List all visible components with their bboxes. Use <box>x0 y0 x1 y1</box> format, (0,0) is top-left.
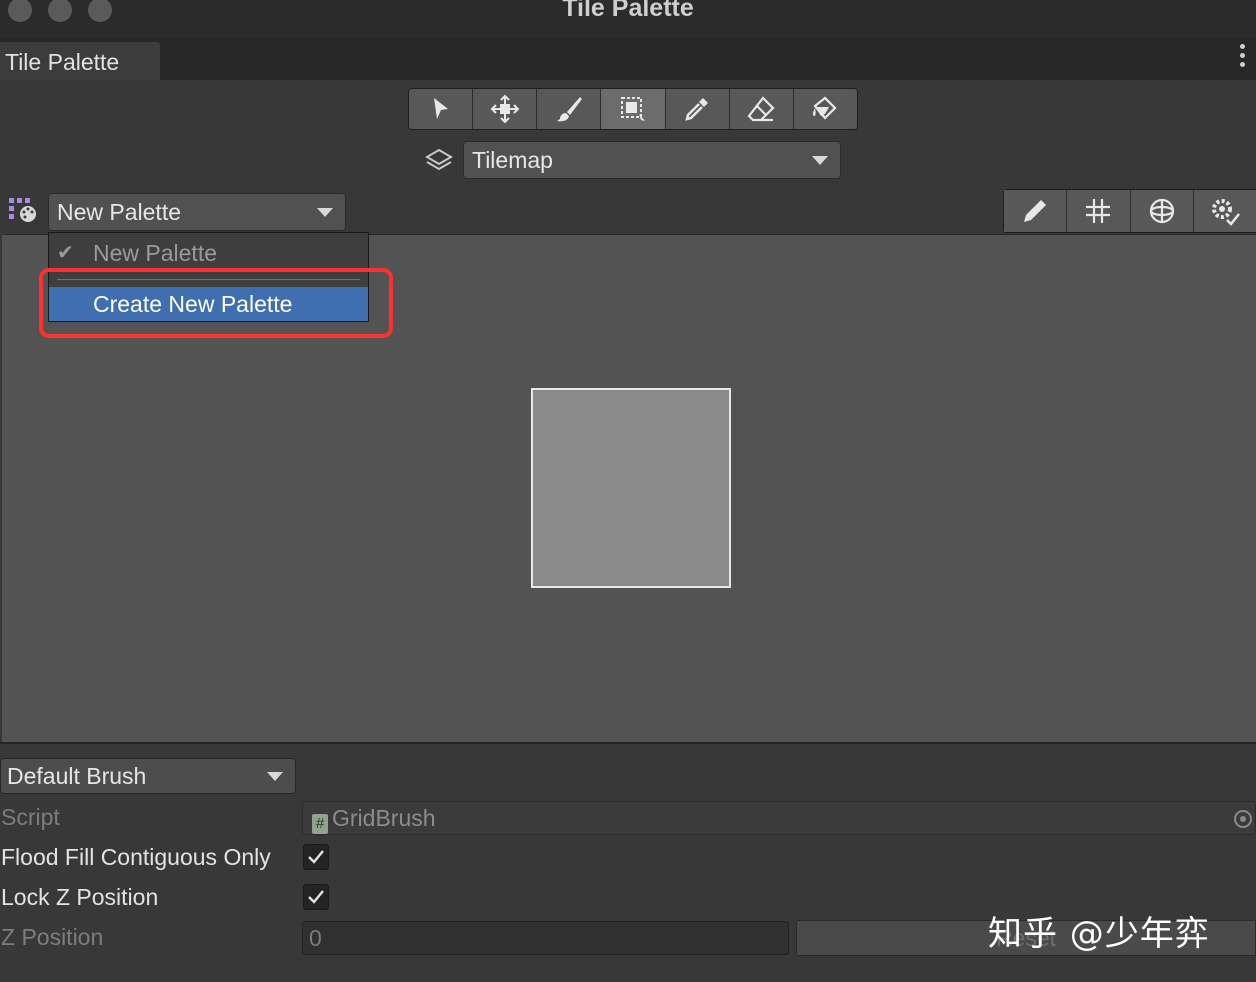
highlight-annotation-box <box>39 268 393 338</box>
checkmark-icon <box>308 890 324 904</box>
checkmark-icon: ✔ <box>57 242 74 264</box>
script-label: Script <box>1 804 60 830</box>
paint-bucket-icon <box>813 96 837 120</box>
tab-tile-palette[interactable]: Tile Palette <box>0 42 160 80</box>
lock-z-checkbox[interactable] <box>303 884 329 910</box>
palette-edit-tools <box>1003 189 1256 233</box>
menu-item-new-palette: ✔ New Palette <box>49 236 368 270</box>
active-tilemap-value: Tilemap <box>472 147 553 173</box>
palette-tile-cell[interactable] <box>531 388 731 588</box>
tab-bar: Tile Palette <box>0 38 1256 80</box>
palette-icon <box>9 198 36 222</box>
z-position-field[interactable]: 0 <box>302 921 789 955</box>
palette-dropdown[interactable]: New Palette <box>48 193 346 231</box>
eyedropper-icon <box>685 98 709 121</box>
palette-dropdown-value: New Palette <box>57 199 182 225</box>
paint-tool-button[interactable] <box>537 89 602 129</box>
object-picker-icon[interactable] <box>1233 809 1253 829</box>
move-tool-button[interactable] <box>473 89 538 129</box>
active-tilemap-dropdown[interactable]: Tilemap <box>463 141 841 179</box>
gizmo-icon <box>1149 198 1174 224</box>
move-arrows-icon <box>490 94 520 124</box>
pick-tool-button[interactable] <box>665 89 730 129</box>
fill-tool-button[interactable] <box>793 89 857 129</box>
box-fill-tool-button[interactable] <box>601 89 666 129</box>
brush-dropdown[interactable]: Default Brush <box>0 758 296 794</box>
menu-item-label: New Palette <box>93 240 218 266</box>
window-title: Tile Palette <box>562 0 694 22</box>
arrow-pointer-icon <box>433 98 448 119</box>
more-options-icon[interactable] <box>1240 44 1246 71</box>
erase-tool-button[interactable] <box>729 89 794 129</box>
brush-dropdown-value: Default Brush <box>7 763 147 789</box>
grid-icon <box>1086 199 1111 223</box>
chevron-down-icon <box>267 772 283 781</box>
settings-icon <box>1211 199 1240 226</box>
box-select-icon <box>620 97 645 121</box>
flood-fill-checkbox[interactable] <box>303 844 329 870</box>
chevron-down-icon <box>317 208 333 217</box>
lock-z-label: Lock Z Position <box>1 884 159 910</box>
pencil-icon <box>1024 200 1047 222</box>
palette-settings-button[interactable] <box>1193 190 1256 232</box>
window-titlebar: Tile Palette <box>0 0 1256 38</box>
toggle-gizmos-button[interactable] <box>1130 190 1194 232</box>
edit-palette-button[interactable] <box>1004 190 1068 232</box>
watermark: 知乎 @少年弈 <box>988 914 1210 954</box>
script-value: GridBrush <box>332 805 436 831</box>
checkmark-icon <box>308 850 324 864</box>
brush-icon <box>556 97 582 122</box>
toggle-grid-button[interactable] <box>1067 190 1131 232</box>
flood-fill-label: Flood Fill Contiguous Only <box>1 844 271 870</box>
tool-strip <box>408 88 858 130</box>
chevron-down-icon <box>812 156 828 165</box>
z-position-label: Z Position <box>1 924 104 950</box>
eraser-icon <box>747 96 775 122</box>
script-hash-icon: # <box>312 814 328 834</box>
select-tool-button[interactable] <box>409 89 474 129</box>
layers-icon <box>425 148 453 171</box>
script-field: # GridBrush <box>302 801 1256 835</box>
